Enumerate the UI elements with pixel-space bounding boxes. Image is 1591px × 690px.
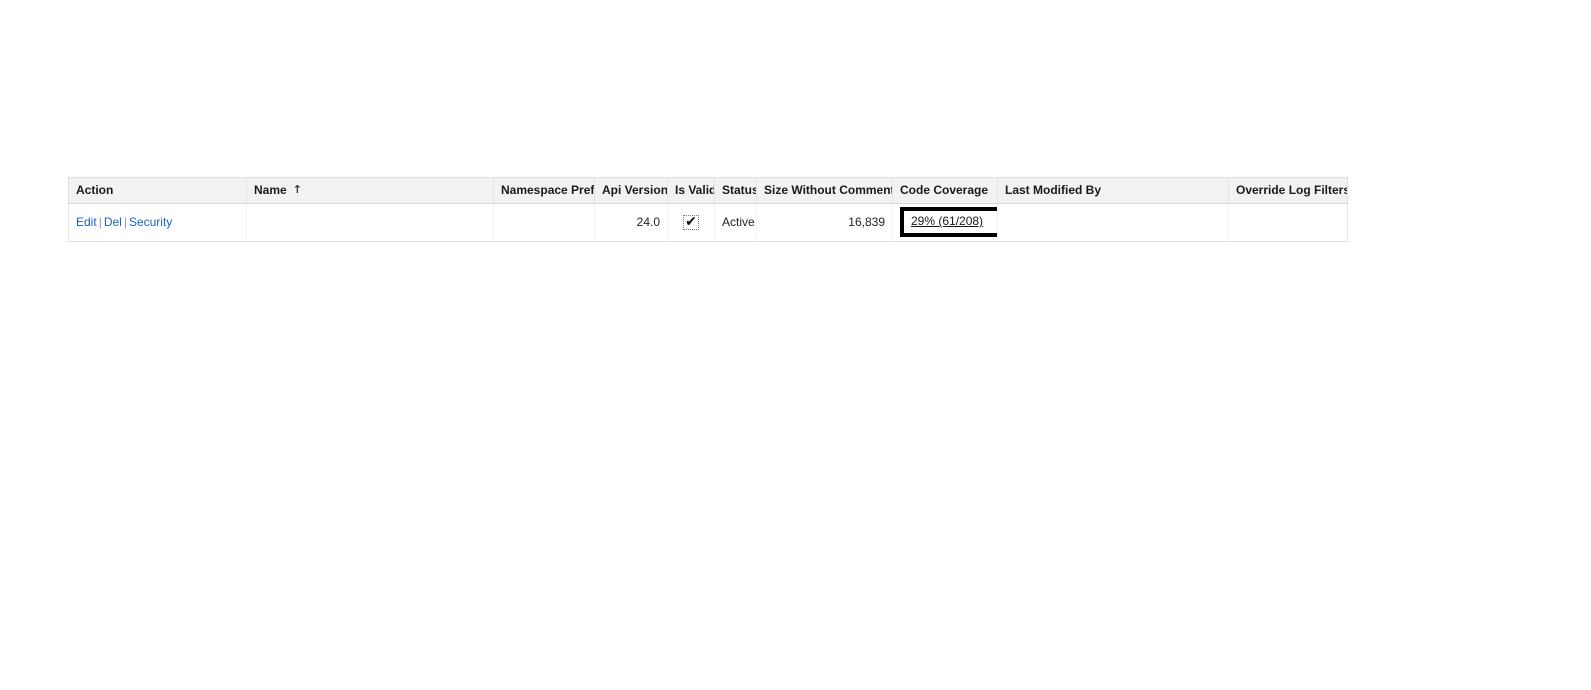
cell-action: Edit | Del | Security <box>68 203 247 242</box>
security-link[interactable]: Security <box>129 215 172 229</box>
action-separator: | <box>98 215 102 229</box>
cell-code-coverage: 29% (61/208) <box>892 203 998 242</box>
code-coverage-focus-outline: 29% (61/208) <box>900 207 997 237</box>
column-header-code-coverage[interactable]: Code Coverage <box>892 177 998 204</box>
column-header-namespace-prefix[interactable]: Namespace Prefix <box>493 177 595 204</box>
table-header-row: Action Name ↑ Namespace Prefix Api Versio… <box>68 177 1348 204</box>
column-header-last-modified-by[interactable]: Last Modified By <box>997 177 1229 204</box>
column-header-is-valid[interactable]: Is Valid <box>667 177 715 204</box>
sort-ascending-arrow-icon: ↑ <box>292 183 302 196</box>
column-header-namespace-prefix-label: Namespace Prefix <box>501 183 595 197</box>
column-header-status[interactable]: Status <box>714 177 757 204</box>
column-header-action-label: Action <box>76 183 114 197</box>
cell-status: Active <box>714 203 757 242</box>
column-header-api-version-label: Api Version <box>602 183 668 197</box>
cell-is-valid: ✔ <box>667 203 715 242</box>
edit-link[interactable]: Edit <box>76 215 97 229</box>
column-header-last-modified-by-label: Last Modified By <box>1005 183 1102 197</box>
column-header-size-without-comments[interactable]: Size Without Comments <box>756 177 893 204</box>
column-header-name[interactable]: Name ↑ <box>246 177 494 204</box>
column-header-size-without-comments-label: Size Without Comments <box>764 183 893 197</box>
list-view-container: Action Name ↑ Namespace Prefix Api Versio… <box>68 177 1348 242</box>
delete-link[interactable]: Del <box>104 215 122 229</box>
code-coverage-link[interactable]: 29% (61/208) <box>911 214 983 228</box>
column-header-is-valid-label: Is Valid <box>675 183 715 197</box>
action-separator: | <box>123 215 127 229</box>
column-header-override-log-filters-label: Override Log Filters <box>1236 183 1348 197</box>
checkmark-icon: ✔ <box>683 213 699 230</box>
column-header-override-log-filters[interactable]: Override Log Filters <box>1228 177 1348 204</box>
apex-classes-table: Action Name ↑ Namespace Prefix Api Versio… <box>68 177 1348 242</box>
column-header-code-coverage-label: Code Coverage <box>900 183 989 197</box>
cell-size-without-comments: 16,839 <box>756 203 893 242</box>
cell-api-version: 24.0 <box>594 203 668 242</box>
column-header-api-version[interactable]: Api Version <box>594 177 668 204</box>
cell-override-log-filters <box>1228 203 1348 242</box>
cell-namespace-prefix <box>493 203 595 242</box>
table-row: Edit | Del | Security 24.0 ✔ Active 16,839 2… <box>68 203 1348 242</box>
column-header-name-label: Name <box>254 183 287 197</box>
cell-name <box>246 203 494 242</box>
column-header-action[interactable]: Action <box>68 177 247 204</box>
cell-last-modified-by <box>997 203 1229 242</box>
column-header-status-label: Status <box>722 183 757 197</box>
page-root: Action Name ↑ Namespace Prefix Api Versio… <box>0 0 1591 690</box>
